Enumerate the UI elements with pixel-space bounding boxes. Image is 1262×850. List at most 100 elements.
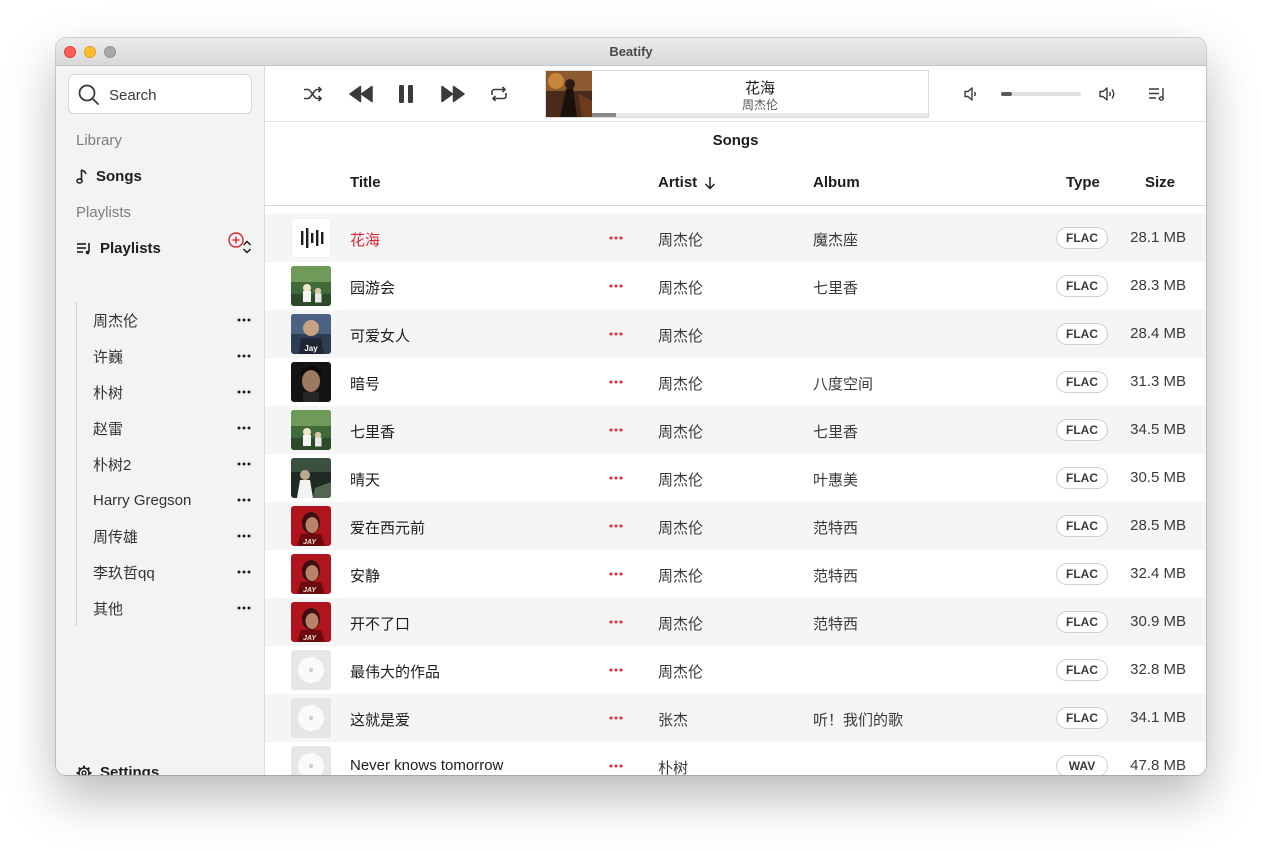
song-more-button[interactable] <box>608 326 624 342</box>
more-dots-icon <box>237 462 251 466</box>
table-row[interactable]: 园游会 周杰伦 七里香 FLAC 28.3 MB <box>265 262 1206 310</box>
song-more-button[interactable] <box>608 758 624 774</box>
more-dots-icon <box>237 354 251 358</box>
sidebar-item-songs[interactable]: Songs <box>76 164 252 188</box>
sidebar-playlist-item[interactable]: Harry Gregson <box>77 482 252 518</box>
column-header-size[interactable]: Size <box>1145 174 1175 191</box>
sidebar-playlist-item[interactable]: 其他 <box>77 590 252 626</box>
song-title: 开不了口 <box>350 616 411 633</box>
table-row[interactable]: JAY 安静 周杰伦 范特西 FLAC 32.4 MB <box>265 550 1206 598</box>
pause-button[interactable] <box>394 82 418 106</box>
playlist-more-button[interactable] <box>236 312 252 328</box>
file-type-badge: FLAC <box>1056 467 1108 489</box>
playlist-more-button[interactable] <box>236 348 252 364</box>
song-more-button[interactable] <box>608 374 624 390</box>
album-cover: Jay <box>291 314 331 354</box>
more-dots-icon <box>609 332 623 336</box>
playlist-icon <box>77 243 90 255</box>
sidebar-playlist-item[interactable]: 周传雄 <box>77 518 252 554</box>
sidebar-item-playlists[interactable]: Playlists <box>76 236 252 260</box>
song-album: 魔杰座 <box>813 232 859 249</box>
file-type-badge: FLAC <box>1056 659 1108 681</box>
song-album: 范特西 <box>813 520 859 537</box>
song-more-button[interactable] <box>608 710 624 726</box>
now-playing-card[interactable]: 花海 周杰伦 <box>545 70 929 118</box>
playlist-name: 周传雄 <box>93 528 139 546</box>
song-more-button[interactable] <box>608 614 624 630</box>
search-input[interactable] <box>109 83 244 107</box>
search-box[interactable] <box>68 74 252 114</box>
song-more-button[interactable] <box>608 422 624 438</box>
table-row[interactable]: 最伟大的作品 周杰伦 FLAC 32.8 MB <box>265 646 1206 694</box>
previous-button[interactable] <box>347 82 375 106</box>
sidebar-playlist-item[interactable]: 赵雷 <box>77 410 252 446</box>
next-button[interactable] <box>439 82 467 106</box>
album-cover: JAY <box>291 602 331 642</box>
now-playing-artist: 周杰伦 <box>741 98 778 112</box>
sidebar-playlist-item[interactable]: 李玖哲qq <box>77 554 252 590</box>
shuffle-button[interactable] <box>301 82 325 106</box>
song-more-button[interactable] <box>608 566 624 582</box>
song-artist: 周杰伦 <box>658 280 704 297</box>
table-row[interactable]: Jay 可爱女人 周杰伦 FLAC 28.4 MB <box>265 310 1206 358</box>
playback-progress-bar[interactable] <box>592 113 928 117</box>
playlist-name: 赵雷 <box>93 420 124 438</box>
song-more-button[interactable] <box>608 662 624 678</box>
volume-slider[interactable] <box>1001 92 1081 96</box>
queue-button[interactable] <box>1145 82 1169 106</box>
sidebar-playlist-item[interactable]: 朴树2 <box>77 446 252 482</box>
table-row[interactable]: 这就是爱 张杰 听！我们的歌 FLAC 34.1 MB <box>265 694 1206 742</box>
song-more-button[interactable] <box>608 470 624 486</box>
column-header-title[interactable]: Title <box>350 174 381 191</box>
song-title: 暗号 <box>350 376 381 393</box>
disc-placeholder-icon <box>291 650 331 690</box>
column-header-artist[interactable]: Artist <box>658 174 717 191</box>
playlist-name: 李玖哲qq <box>93 564 155 582</box>
song-size: 30.5 MB <box>1130 469 1186 486</box>
playlist-more-button[interactable] <box>236 384 252 400</box>
playlist-more-button[interactable] <box>236 456 252 472</box>
album-art <box>546 71 592 117</box>
sidebar-playlist-item[interactable]: 周杰伦 <box>77 302 252 338</box>
song-more-button[interactable] <box>608 518 624 534</box>
sidebar-playlist-item[interactable]: 许巍 <box>77 338 252 374</box>
album-cover <box>291 362 331 402</box>
chevron-updown-icon[interactable] <box>242 240 252 254</box>
volume-down-button[interactable] <box>959 82 983 106</box>
sidebar-playlist-item[interactable]: 朴树 <box>77 374 252 410</box>
table-row[interactable]: JAY 开不了口 周杰伦 范特西 FLAC 30.9 MB <box>265 598 1206 646</box>
song-artist: 周杰伦 <box>658 472 704 489</box>
playlist-more-button[interactable] <box>236 528 252 544</box>
table-row[interactable]: 七里香 周杰伦 七里香 FLAC 34.5 MB <box>265 406 1206 454</box>
more-dots-icon <box>237 534 251 538</box>
more-dots-icon <box>609 668 623 672</box>
table-row[interactable]: Never knows tomorrow 朴树 WAV 47.8 MB <box>265 742 1206 775</box>
column-header-album[interactable]: Album <box>813 174 860 191</box>
settings-button[interactable]: Settings <box>76 764 159 775</box>
table-row[interactable]: JAY 爱在西元前 周杰伦 范特西 FLAC 28.5 MB <box>265 502 1206 550</box>
music-note-icon <box>76 169 87 184</box>
song-title: 安静 <box>350 568 381 585</box>
column-header-label: Album <box>813 174 860 191</box>
playlist-more-button[interactable] <box>236 600 252 616</box>
song-size: 28.4 MB <box>1130 325 1186 342</box>
song-title: 七里香 <box>350 424 396 441</box>
playlist-more-button[interactable] <box>236 564 252 580</box>
song-artist: 周杰伦 <box>658 376 704 393</box>
more-dots-icon <box>237 426 251 430</box>
column-header-type[interactable]: Type <box>1066 174 1100 191</box>
playlist-more-button[interactable] <box>236 492 252 508</box>
repeat-button[interactable] <box>487 82 511 106</box>
song-album: 七里香 <box>813 280 859 297</box>
song-title: 爱在西元前 <box>350 520 426 537</box>
song-title: Never knows tomorrow <box>350 757 504 774</box>
song-more-button[interactable] <box>608 230 624 246</box>
song-more-button[interactable] <box>608 278 624 294</box>
song-size: 34.1 MB <box>1130 709 1186 726</box>
table-row[interactable]: 晴天 周杰伦 叶惠美 FLAC 30.5 MB <box>265 454 1206 502</box>
song-size: 31.3 MB <box>1130 373 1186 390</box>
playlist-more-button[interactable] <box>236 420 252 436</box>
volume-up-button[interactable] <box>1096 82 1120 106</box>
table-row[interactable]: 花海 周杰伦 魔杰座 FLAC 28.1 MB <box>265 214 1206 262</box>
table-row[interactable]: 暗号 周杰伦 八度空间 FLAC 31.3 MB <box>265 358 1206 406</box>
